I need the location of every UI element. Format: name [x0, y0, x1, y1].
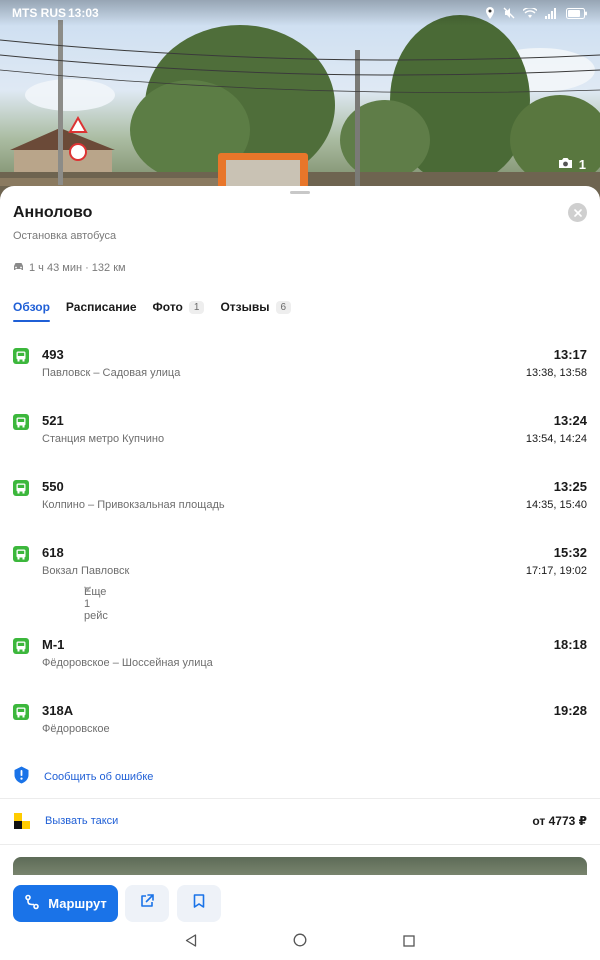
divider [0, 798, 600, 799]
route-number: 493 [42, 347, 64, 362]
route-icon [24, 894, 40, 913]
bus-icon [13, 546, 29, 562]
route-arrival: 18:18 [553, 637, 587, 652]
location-icon [485, 7, 495, 19]
bus-icon [13, 348, 29, 364]
battery-icon [566, 7, 588, 19]
bus-icon [13, 638, 29, 654]
close-button[interactable] [568, 203, 587, 222]
yandex-taxi-icon [13, 812, 31, 830]
route-arrival: 19:28 [553, 703, 587, 718]
chevron-down-icon [84, 586, 91, 591]
route-number: 550 [42, 479, 64, 494]
street-scene [0, 15, 600, 200]
bookmark-icon [193, 894, 205, 913]
tab-label: Фото [152, 300, 183, 314]
route-number: М-1 [42, 637, 65, 652]
stop-name: Аннолово [13, 204, 93, 221]
signal-4g-icon [545, 7, 558, 19]
route-row[interactable]: 493 Павловск – Садовая улица 13:17 13:38… [0, 336, 600, 402]
stop-card: Аннолово Остановка автобуса 1 ч 43 мин ·… [0, 186, 600, 960]
route-row[interactable]: 318А Фёдоровское 19:28 [0, 692, 600, 758]
taxi-row[interactable]: Вызвать такси от 4773 ₽ [13, 812, 587, 830]
photo-counter[interactable]: 1 [558, 157, 586, 172]
route-list: 493 Павловск – Садовая улица 13:17 13:38… [0, 336, 600, 758]
route-button-label: Маршрут [48, 896, 107, 911]
status-bar: MTS RUS 13:03 [0, 0, 600, 26]
bookmark-button[interactable] [177, 885, 221, 922]
more-trips-label: Еще 1 рейс [84, 586, 108, 622]
share-button[interactable] [125, 885, 169, 922]
route-next-arrivals: 13:54, 14:24 [525, 433, 587, 445]
route-arrival: 13:24 [553, 413, 587, 428]
tab-label: Обзор [13, 300, 50, 314]
tab-reviews[interactable]: Отзывы 6 [220, 300, 292, 322]
nav-recents-icon[interactable] [403, 934, 415, 952]
photo-count-value: 1 [578, 157, 586, 172]
more-trips-row[interactable]: Еще 1 рейс [0, 586, 600, 626]
tab-overview[interactable]: Обзор [13, 300, 50, 322]
close-icon [573, 204, 582, 222]
route-number: 521 [42, 413, 64, 428]
route-destination: Павловск – Садовая улица [42, 367, 181, 379]
tab-schedule[interactable]: Расписание [66, 300, 137, 322]
route-arrival: 15:32 [553, 545, 587, 560]
route-row[interactable]: 550 Колпино – Привокзальная площадь 13:2… [0, 468, 600, 534]
route-destination: Вокзал Павловск [42, 565, 130, 577]
mute-icon [503, 7, 515, 19]
tab-badge: 6 [275, 300, 292, 314]
tab-badge: 1 [188, 300, 205, 314]
wifi-icon [523, 7, 537, 19]
route-next-arrivals: 14:35, 15:40 [525, 499, 587, 511]
stop-type: Остановка автобуса [13, 230, 117, 242]
action-bar: Маршрут [0, 875, 600, 960]
report-error-link[interactable]: Сообщить об ошибке [13, 766, 153, 787]
route-destination: Колпино – Привокзальная площадь [42, 499, 225, 511]
report-error-label: Сообщить об ошибке [44, 770, 154, 783]
taxi-price: от 4773 ₽ [532, 814, 587, 828]
route-number: 318А [42, 703, 74, 718]
route-arrival: 13:17 [553, 347, 587, 362]
tab-label: Отзывы [220, 300, 270, 314]
bus-icon [13, 704, 29, 720]
route-row[interactable]: М-1 Фёдоровское – Шоссейная улица 18:18 [0, 626, 600, 692]
nav-back-icon[interactable] [185, 933, 197, 952]
travel-text: 1 ч 43 мин · 132 км [29, 262, 126, 274]
travel-info: 1 ч 43 мин · 132 км [13, 262, 126, 274]
car-icon [13, 262, 24, 274]
bus-icon [13, 414, 29, 430]
route-number: 618 [42, 545, 64, 560]
share-icon [140, 894, 154, 913]
sheet-grabber[interactable] [290, 191, 310, 194]
tab-bar: Обзор Расписание Фото 1 Отзывы 6 [13, 300, 292, 322]
nav-home-icon[interactable] [293, 933, 307, 952]
camera-icon [558, 157, 573, 172]
warning-shield-icon [13, 766, 30, 787]
route-destination: Фёдоровское – Шоссейная улица [42, 657, 213, 669]
route-row[interactable]: 618 Вокзал Павловск 15:32 17:17, 19:02 [0, 534, 600, 586]
route-next-arrivals: 17:17, 19:02 [525, 565, 587, 577]
bus-icon [13, 480, 29, 496]
call-taxi-label: Вызвать такси [45, 815, 119, 827]
route-destination: Фёдоровское [42, 723, 110, 735]
tab-label: Расписание [65, 300, 137, 314]
route-row[interactable]: 521 Станция метро Купчино 13:24 13:54, 1… [0, 402, 600, 468]
clock: 13:03 [68, 6, 99, 20]
route-button[interactable]: Маршрут [13, 885, 118, 922]
route-arrival: 13:25 [553, 479, 587, 494]
tab-photos[interactable]: Фото 1 [153, 300, 205, 322]
stop-photo[interactable] [0, 0, 600, 200]
divider [0, 844, 600, 845]
route-next-arrivals: 13:38, 13:58 [525, 367, 587, 379]
route-destination: Станция метро Купчино [42, 433, 165, 445]
system-navigation-bar [0, 925, 600, 960]
carrier-name: MTS RUS [12, 6, 66, 20]
